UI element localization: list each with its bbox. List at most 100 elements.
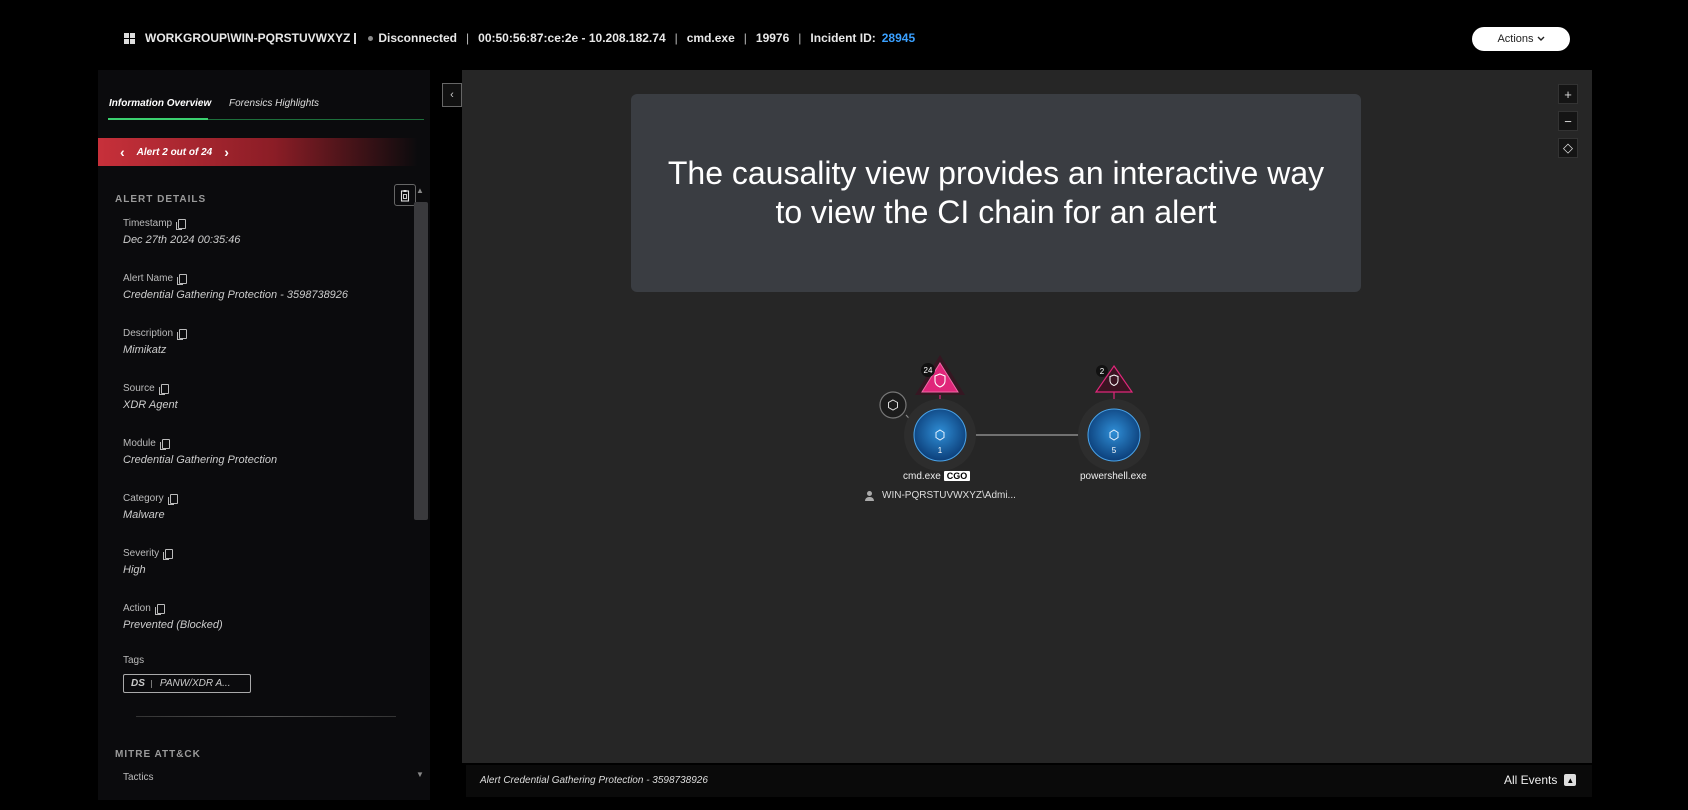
bottom-bar: Alert Credential Gathering Protection - … [466,765,1592,797]
powershell-node-label[interactable]: powershell.exe [1080,471,1147,482]
copy-icon[interactable] [167,493,178,505]
field-label: Module [123,438,156,449]
scroll-thumb[interactable] [414,202,428,520]
collapse-panel-button[interactable]: ‹ [442,83,462,107]
section-divider [136,716,396,717]
alert-details-title: ALERT DETAILS [115,194,207,205]
user-name: WIN-PQRSTUVWXYZ\Admi... [882,490,1016,501]
cmd-alert-marker[interactable]: 24 [915,355,965,395]
mitre-title: MITRE ATT&CK [115,749,201,760]
field-tactics: Tactics [123,772,154,783]
field-label: Severity [123,548,160,559]
next-alert-icon[interactable]: › [224,144,229,160]
prev-alert-icon[interactable]: ‹ [120,144,125,160]
powershell-node-count: 5 [1112,446,1117,455]
fit-view-button[interactable]: ◇ [1558,138,1578,158]
all-events-label: All Events [1504,773,1558,787]
copy-icon[interactable] [158,383,169,395]
workgroup-host: WORKGROUP\WIN-PQRSTUVWXYZ [145,31,351,45]
powershell-node[interactable]: 5 [1078,399,1150,471]
field-label: Tags [123,655,145,666]
status-dot-icon [368,35,374,41]
all-events-toggle[interactable]: All Events ▲ [1504,773,1577,787]
incident-label: Incident ID: [810,31,876,45]
tab-information-overview[interactable]: Information Overview [109,98,211,109]
actions-button[interactable]: Actions [1472,27,1570,51]
tag-prefix: DS [131,678,145,689]
node-name: cmd.exe [903,471,941,482]
scroll-down-icon[interactable]: ▼ [416,770,424,779]
field-value: Malware [123,509,165,521]
active-tab-indicator [108,118,208,120]
process-name: cmd.exe [686,31,735,45]
cgo-badge: CGO [943,471,971,481]
field-category: Category Malware [123,493,178,521]
field-label: Source [123,383,155,394]
panel-tabs: Information Overview Forensics Highlight… [98,94,432,120]
tag-text: PANW/XDR A... [159,678,231,689]
tag-chip[interactable]: DS PANW/XDR A... [123,674,251,693]
copy-icon[interactable] [177,273,188,285]
connection-status: Disconnected [378,31,458,45]
field-tags: Tags [123,655,144,666]
tab-underline [208,119,424,120]
scroll-up-icon[interactable]: ▲ [416,186,424,195]
field-value: High [123,564,146,576]
cmd-alert-count: 24 [924,366,933,375]
field-module: Module Credential Gathering Protection [123,438,277,466]
powershell-alert-marker[interactable]: 2 [1094,364,1134,393]
parent-process-node[interactable] [879,391,907,419]
field-alert-name: Alert Name Credential Gathering Protecti… [123,273,348,301]
field-label: Tactics [123,772,154,783]
process-id: 19976 [755,31,790,45]
mac-ip: 00:50:56:87:ce:2e - 10.208.182.74 [478,31,666,45]
bottom-alert-title: Alert Credential Gathering Protection - … [480,775,708,786]
field-value: Dec 27th 2024 00:35:46 [123,234,241,246]
panel-scrollbar[interactable]: ▲ ▼ [413,186,429,800]
endpoint-info: WORKGROUP\WIN-PQRSTUVWXYZ Disconnected |… [124,30,915,46]
alert-info-panel: Information Overview Forensics Highlight… [98,70,430,800]
top-bar: WORKGROUP\WIN-PQRSTUVWXYZ Disconnected |… [96,0,1596,70]
expand-up-icon[interactable]: ▲ [1564,774,1577,786]
field-source: Source XDR Agent [123,383,178,411]
field-value: Mimikatz [123,344,167,356]
tooltip-overlay: The causality view provides an interacti… [631,94,1361,292]
copy-icon[interactable] [176,218,187,230]
powershell-alert-count: 2 [1100,367,1105,376]
field-value: XDR Agent [123,399,178,411]
clipboard-icon [400,189,410,202]
field-label: Alert Name [123,273,174,284]
field-label: Description [123,328,174,339]
zoom-in-button[interactable]: + [1558,84,1578,104]
alert-navigator: ‹ Alert 2 out of 24 › [98,138,418,166]
field-action: Action Prevented (Blocked) [123,603,223,631]
cmd-node-label[interactable]: cmd.exe CGO [903,471,971,482]
field-value: Prevented (Blocked) [123,619,223,631]
field-label: Category [123,493,164,504]
copy-icon[interactable] [154,603,165,615]
field-label: Timestamp [123,218,173,229]
copy-icon[interactable] [163,548,174,560]
text-cursor-icon [354,32,357,44]
user-info: WIN-PQRSTUVWXYZ\Admi... [865,490,1016,501]
zoom-out-button[interactable]: − [1558,111,1578,131]
chevron-down-icon [1537,36,1545,41]
copy-icon[interactable] [177,328,188,340]
grid-icon[interactable] [124,32,135,44]
copy-icon[interactable] [159,438,170,450]
field-timestamp: Timestamp Dec 27th 2024 00:35:46 [123,218,240,246]
causality-canvas[interactable]: 1 5 24 2 The causality view provides an … [462,70,1592,763]
actions-label: Actions [1497,33,1534,45]
field-value: Credential Gathering Protection - 359873… [123,289,349,301]
chevron-left-icon: ‹ [450,89,454,101]
field-label: Action [123,603,151,614]
field-value: Credential Gathering Protection [123,454,278,466]
field-severity: Severity High [123,548,174,576]
user-icon [865,490,874,501]
incident-id-link[interactable]: 28945 [882,31,915,45]
alert-position: Alert 2 out of 24 [136,146,213,158]
tab-forensics-highlights[interactable]: Forensics Highlights [229,98,319,109]
cmd-node-count: 1 [938,446,943,455]
field-description: Description Mimikatz [123,328,188,356]
cmd-node[interactable]: 1 [904,399,976,471]
